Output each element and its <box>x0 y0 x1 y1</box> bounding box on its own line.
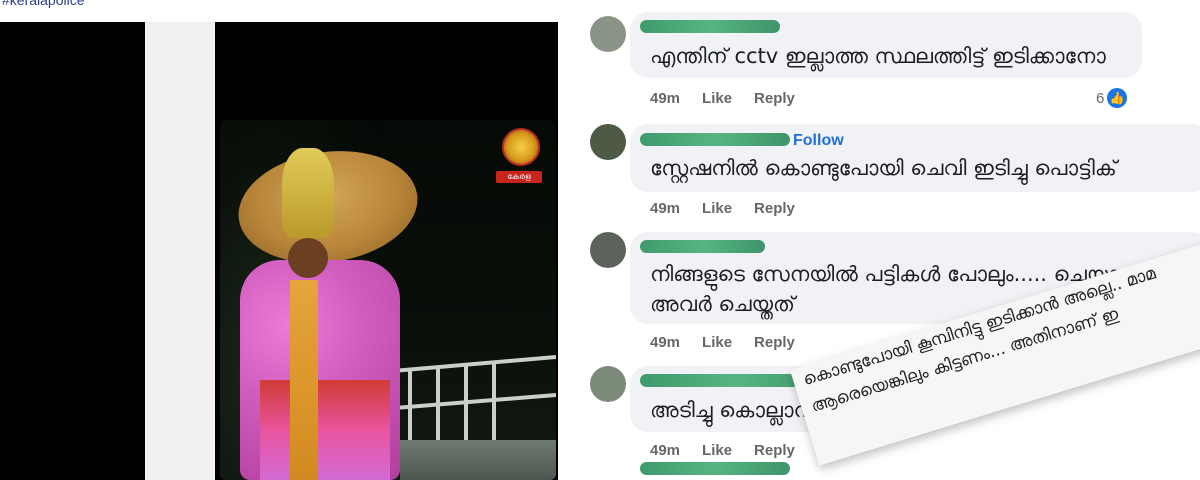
redacted-name <box>640 133 790 146</box>
hashtag[interactable]: #keralapolice <box>2 0 85 8</box>
redacted-name <box>640 240 765 253</box>
avatar[interactable] <box>590 124 626 160</box>
comment-time: 49m <box>650 90 681 107</box>
post-white-strip <box>145 22 215 480</box>
comment-actions: 49m Like Reply <box>650 334 817 351</box>
reaction-number: 6 <box>1096 89 1105 107</box>
comment-time: 49m <box>650 200 681 217</box>
comment-text: നിങ്ങളുടെ സേനയിൽ പട്ടികൾ പോലും..... ചെയ്… <box>650 262 1119 286</box>
kerala-police-emblem: കേരള പോലീസ് <box>496 128 542 188</box>
comment-text: അടിച്ചു കൊല്ലാനാ <box>650 398 824 422</box>
avatar[interactable] <box>590 16 626 52</box>
costume-skirt <box>260 380 390 480</box>
bridge-floor <box>400 440 556 480</box>
costume-shawl <box>290 280 318 480</box>
comment-actions: 49m Like Reply <box>650 90 817 107</box>
redacted-name <box>640 462 790 475</box>
like-button[interactable]: Like <box>702 90 732 107</box>
like-button[interactable]: Like <box>702 334 732 351</box>
comment-time: 49m <box>650 334 681 351</box>
emblem-label: കേരള പോലീസ് <box>496 171 542 183</box>
comment-time: 49m <box>650 442 681 459</box>
avatar[interactable] <box>590 232 626 268</box>
post-image[interactable]: കേരള പോലീസ് <box>220 120 556 480</box>
avatar[interactable] <box>590 366 626 402</box>
comment-text: സ്റ്റേഷനിൽ കൊണ്ടുപോയി ചെവി ഇടിച്ചു പൊട്ട… <box>650 156 1117 180</box>
comment-actions: 49m Like Reply <box>650 200 817 217</box>
reply-button[interactable]: Reply <box>754 334 795 351</box>
reply-button[interactable]: Reply <box>754 200 795 217</box>
follow-button[interactable]: Follow <box>793 132 844 150</box>
face <box>288 238 328 278</box>
comment-text: അവർ ചെയ്തത് <box>650 292 795 316</box>
comment-text: എന്തിന് cctv ഇല്ലാത്ത സ്ഥലത്തിട്ട് ഇടിക്… <box>650 44 1106 68</box>
like-button[interactable]: Like <box>702 442 732 459</box>
like-button[interactable]: Like <box>702 200 732 217</box>
reaction-count[interactable]: 6 👍 <box>1096 88 1128 108</box>
redacted-name <box>640 20 780 33</box>
like-icon: 👍 <box>1107 88 1128 108</box>
reply-button[interactable]: Reply <box>754 442 795 459</box>
comment-actions: 49m Like Reply <box>650 442 817 459</box>
police-badge-icon <box>502 128 540 166</box>
crown <box>282 148 334 238</box>
reply-button[interactable]: Reply <box>754 90 795 107</box>
